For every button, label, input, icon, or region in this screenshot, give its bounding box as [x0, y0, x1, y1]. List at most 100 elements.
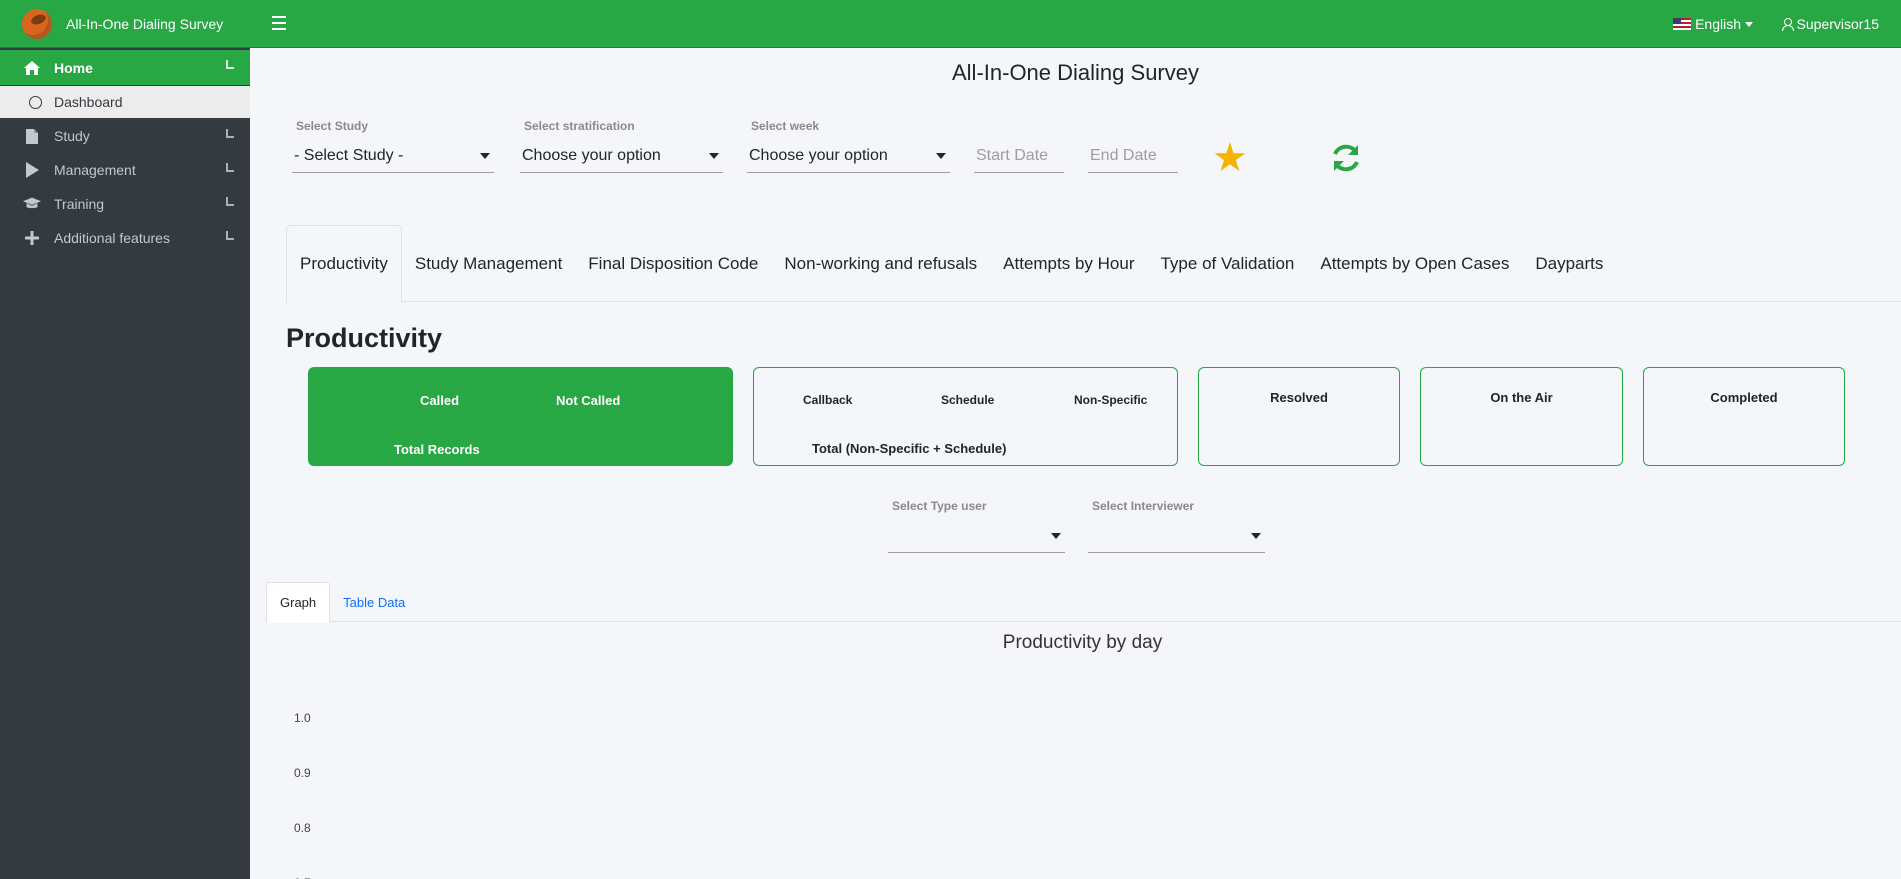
end-date-input[interactable]: End Date: [1088, 139, 1178, 173]
field-label: Select Study: [296, 119, 369, 133]
graduation-cap-icon: [22, 196, 42, 212]
refresh-icon[interactable]: [1328, 140, 1364, 176]
language-selector[interactable]: English: [1673, 16, 1753, 32]
schedule-label: Schedule: [941, 393, 995, 407]
start-date-field: Start Date: [974, 119, 1064, 173]
play-icon: [22, 161, 42, 179]
menu-toggle-icon[interactable]: [272, 16, 286, 30]
schedule-card: Callback Schedule Non-Specific Total (No…: [753, 367, 1178, 466]
tab-non-working-and-refusals[interactable]: Non-working and refusals: [771, 225, 990, 302]
select-stratification-dropdown[interactable]: Choose your option: [520, 139, 723, 173]
sidebar-item-home[interactable]: Home: [0, 50, 250, 85]
select-type-user-field: Select Type user: [888, 499, 1065, 553]
select-interviewer-field: Select Interviewer: [1088, 499, 1265, 553]
tab-final-disposition-code[interactable]: Final Disposition Code: [575, 225, 771, 302]
field-label: Select Type user: [892, 499, 987, 513]
select-week-field: Select week Choose your option: [747, 119, 950, 173]
on-the-air-label: On the Air: [1490, 390, 1553, 405]
y-tick-label: 0.9: [294, 766, 311, 780]
resolved-card: Resolved: [1198, 367, 1400, 466]
dropdown-arrow-icon: [1051, 532, 1061, 539]
not-called-label: Not Called: [556, 393, 621, 408]
sidebar: All-In-One Dialing Survey Home Dashboard…: [0, 0, 250, 879]
sidebar-item-label: Study: [54, 128, 90, 144]
circle-icon: [28, 95, 42, 109]
select-study-dropdown[interactable]: - Select Study -: [292, 139, 494, 173]
completed-card: Completed: [1643, 367, 1845, 466]
page-title: All-In-One Dialing Survey: [952, 60, 1199, 85]
placeholder: End Date: [1090, 146, 1157, 164]
select-study-field: Select Study - Select Study -: [292, 119, 494, 173]
start-date-input[interactable]: Start Date: [974, 139, 1064, 173]
tab-study-management[interactable]: Study Management: [402, 225, 575, 302]
select-value: - Select Study -: [294, 146, 404, 164]
user-menu[interactable]: Supervisor15: [1781, 16, 1880, 32]
language-label: English: [1695, 16, 1741, 32]
productivity-chart: 1.00.90.80.7: [294, 711, 311, 879]
callback-label: Callback: [803, 393, 853, 407]
tab-graph[interactable]: Graph: [266, 582, 331, 623]
user-name: Supervisor15: [1796, 16, 1880, 32]
tab-dayparts[interactable]: Dayparts: [1522, 225, 1616, 302]
select-type-user-dropdown[interactable]: [888, 519, 1065, 553]
sidebar-item-training[interactable]: Training: [0, 187, 250, 221]
main-content: All-In-One Dialing Survey Select Study -…: [250, 48, 1901, 879]
field-label: Select Interviewer: [1092, 499, 1195, 513]
total-records-label: Total Records: [394, 442, 480, 457]
user-icon: [1781, 18, 1794, 31]
y-tick-label: 1.0: [294, 711, 311, 725]
plus-icon: [22, 230, 42, 246]
tab-table-data[interactable]: Table Data: [330, 582, 418, 622]
called-label: Called: [420, 393, 460, 408]
dropdown-arrow-icon: [936, 152, 946, 159]
expand-icon: [226, 231, 234, 240]
sidebar-item-dashboard[interactable]: Dashboard: [0, 86, 250, 118]
dropdown-arrow-icon: [709, 152, 719, 159]
field-label: Select week: [751, 119, 820, 133]
placeholder: Start Date: [976, 146, 1049, 164]
sidebar-item-additional-features[interactable]: Additional features: [0, 221, 250, 255]
sidebar-item-label: Dashboard: [54, 94, 123, 110]
section-title: Productivity: [286, 323, 443, 353]
sidebar-item-label: Training: [54, 196, 105, 212]
star-icon[interactable]: ★: [1212, 138, 1248, 178]
resolved-label: Resolved: [1270, 390, 1328, 405]
topbar: English Supervisor15: [250, 0, 1901, 48]
sidebar-nav: Home Dashboard Study Management Training…: [0, 50, 250, 255]
non-specific-label: Non-Specific: [1074, 393, 1148, 407]
tab-attempts-by-open-cases[interactable]: Attempts by Open Cases: [1307, 225, 1522, 302]
select-week-dropdown[interactable]: Choose your option: [747, 139, 950, 173]
select-stratification-field: Select stratification Choose your option: [520, 119, 723, 173]
sidebar-item-label: Management: [54, 162, 136, 178]
select-value: Choose your option: [749, 146, 888, 164]
main-tabs: Productivity Study Management Final Disp…: [286, 225, 1901, 303]
us-flag-icon: [1673, 18, 1692, 30]
called-card: Called Not Called Total Records: [308, 367, 733, 466]
expand-icon: [226, 129, 234, 138]
expand-icon: [226, 197, 234, 206]
total-non-specific-schedule-label: Total (Non-Specific + Schedule): [812, 441, 1007, 456]
home-icon: [22, 60, 42, 76]
sidebar-item-label: Additional features: [54, 230, 170, 246]
expand-icon: [226, 163, 234, 172]
view-tabs: Graph Table Data: [266, 582, 1901, 623]
end-date-field: End Date: [1088, 119, 1178, 173]
field-label: Select stratification: [524, 119, 635, 133]
file-icon: [22, 128, 42, 145]
select-interviewer-dropdown[interactable]: [1088, 519, 1265, 553]
dropdown-arrow-icon: [480, 152, 490, 159]
tab-type-of-validation[interactable]: Type of Validation: [1147, 225, 1307, 302]
dropdown-arrow-icon: [1251, 532, 1261, 539]
brand-logo-icon: [22, 8, 52, 39]
tab-productivity[interactable]: Productivity: [286, 225, 402, 303]
brand-title: All-In-One Dialing Survey: [66, 15, 224, 32]
chevron-down-icon: [1745, 21, 1753, 27]
brand[interactable]: All-In-One Dialing Survey: [0, 0, 250, 48]
sidebar-item-management[interactable]: Management: [0, 153, 250, 187]
sidebar-item-study[interactable]: Study: [0, 119, 250, 153]
sidebar-item-label: Home: [54, 59, 93, 76]
on-the-air-card: On the Air: [1420, 367, 1623, 466]
select-value: Choose your option: [522, 146, 661, 164]
completed-label: Completed: [1710, 390, 1778, 405]
tab-attempts-by-hour[interactable]: Attempts by Hour: [990, 225, 1147, 302]
